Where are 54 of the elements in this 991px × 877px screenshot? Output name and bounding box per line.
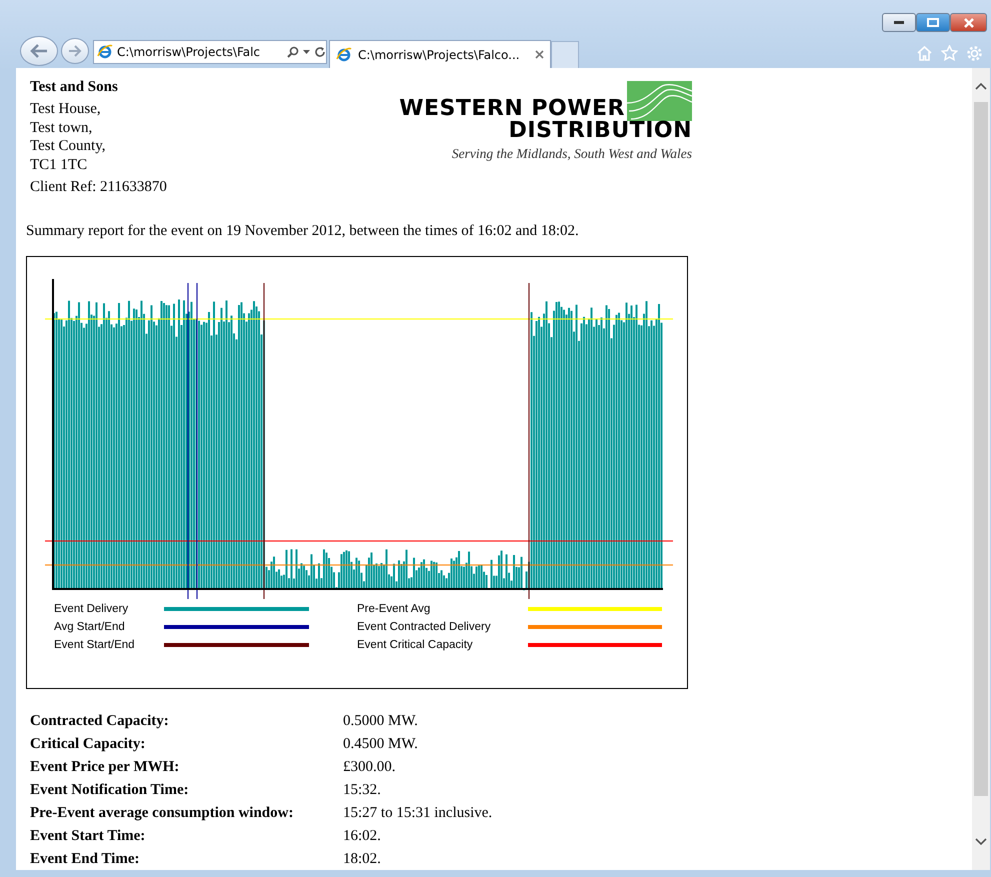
scrollbar-thumb[interactable] bbox=[974, 102, 988, 796]
client-reference: Client Ref: 211633870 bbox=[30, 178, 168, 197]
caret-icon[interactable] bbox=[303, 50, 310, 54]
forward-arrow-icon bbox=[68, 45, 82, 57]
detail-value: 18:02. bbox=[343, 850, 382, 869]
star-icon[interactable] bbox=[941, 45, 958, 61]
legend-label: Event Critical Capacity bbox=[357, 639, 474, 651]
address-bar[interactable]: C:\morrisw\Projects\Falc bbox=[93, 40, 327, 64]
detail-value: £300.00. bbox=[343, 758, 396, 777]
detail-label: Pre-Event average consumption window: bbox=[30, 804, 294, 823]
legend-label: Event Contracted Delivery bbox=[357, 621, 492, 633]
detail-label: Contracted Capacity: bbox=[30, 712, 170, 731]
refresh-icon[interactable] bbox=[314, 46, 326, 58]
search-icon[interactable] bbox=[287, 46, 299, 58]
detail-label: Event Notification Time: bbox=[30, 781, 190, 800]
logo-mark-icon bbox=[627, 81, 692, 121]
legend-label: Pre-Event Avg bbox=[357, 603, 432, 615]
logo-text: DISTRIBUTION bbox=[508, 121, 692, 141]
scroll-down-icon[interactable] bbox=[975, 838, 987, 846]
detail-value: 15:27 to 15:31 inclusive. bbox=[343, 804, 494, 823]
address-line: TC1 1TC bbox=[30, 156, 88, 174]
maximize-icon bbox=[927, 18, 939, 27]
detail-value: 16:02. bbox=[343, 827, 382, 846]
summary-text: Summary report for the event on 19 November 2012, between the times of 16:02 and 18:02. bbox=[26, 222, 580, 241]
address-line: Test County, bbox=[30, 137, 106, 156]
page-icon bbox=[336, 46, 352, 62]
address-line: Test House, bbox=[30, 100, 102, 118]
minimize-icon bbox=[894, 20, 904, 24]
legend-label: Event Delivery bbox=[54, 603, 130, 615]
close-tab-icon[interactable] bbox=[535, 50, 544, 59]
legend-label: Avg Start/End bbox=[54, 621, 126, 633]
logo-text: WESTERN POWER bbox=[399, 99, 625, 119]
legend-label: Event Start/End bbox=[54, 639, 136, 651]
back-button[interactable] bbox=[20, 36, 58, 66]
page-icon bbox=[97, 44, 113, 60]
detail-label: Event Price per MWH: bbox=[30, 758, 180, 777]
close-button[interactable] bbox=[950, 13, 987, 32]
browser-tab[interactable]: C:\morrisw\Projects\Falco... bbox=[329, 40, 551, 68]
detail-label: Critical Capacity: bbox=[30, 735, 146, 754]
scroll-up-icon[interactable] bbox=[975, 82, 987, 90]
detail-value: 0.4500 MW. bbox=[343, 735, 419, 754]
company-name: Test and Sons bbox=[30, 78, 119, 97]
back-arrow-icon bbox=[30, 44, 48, 58]
address-line: Test town, bbox=[30, 118, 94, 137]
minimize-button[interactable] bbox=[882, 13, 916, 32]
maximize-button[interactable] bbox=[916, 13, 950, 32]
detail-label: Event Start Time: bbox=[30, 827, 146, 846]
scrollbar[interactable] bbox=[972, 68, 990, 870]
detail-label: Event End Time: bbox=[30, 850, 140, 869]
detail-value: 15:32. bbox=[343, 781, 382, 800]
detail-value: 0.5000 MW. bbox=[343, 712, 419, 731]
close-icon bbox=[964, 18, 974, 28]
logo-tagline: Serving the Midlands, South West and Wales bbox=[452, 146, 692, 162]
forward-button[interactable] bbox=[61, 38, 89, 64]
